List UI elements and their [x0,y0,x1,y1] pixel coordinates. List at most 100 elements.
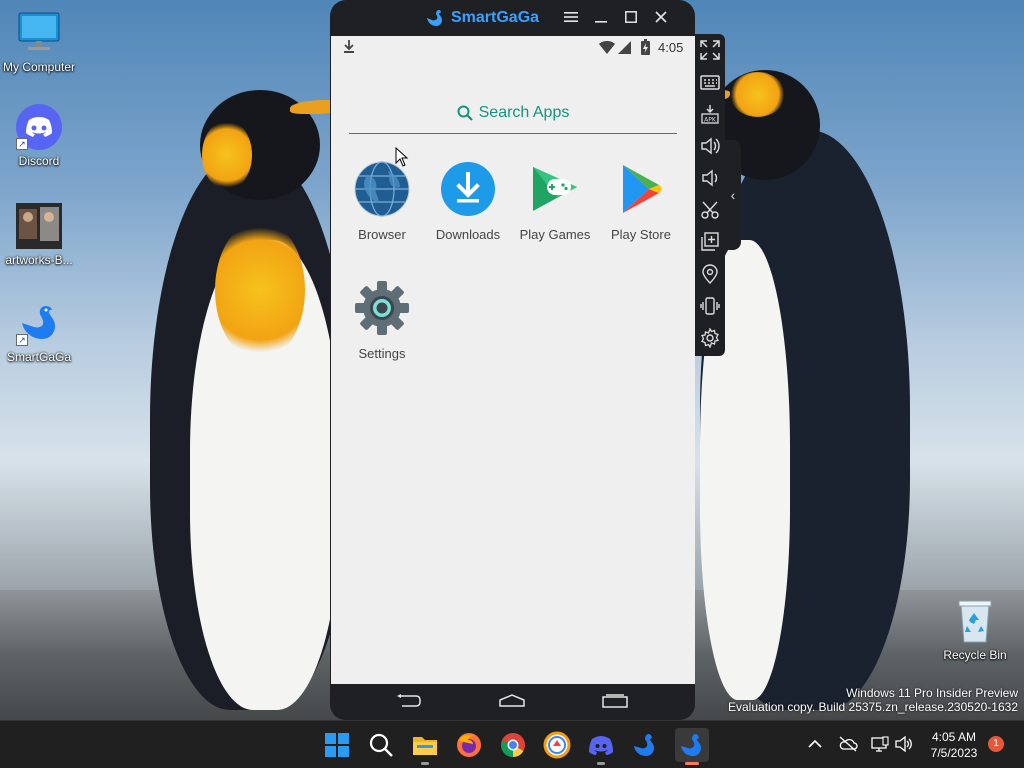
browser-globe-icon [354,161,410,217]
taskbar-start-button[interactable] [323,731,351,759]
download-notification-icon [344,40,354,53]
watermark-line-2: Evaluation copy. Build 25375.zn_release.… [728,700,1018,714]
svg-text:APK: APK [704,117,717,124]
maximize-icon [625,11,637,23]
gamepad-icon [527,161,583,217]
discord-icon [589,736,613,755]
location-icon[interactable] [700,264,720,284]
chevron-up-icon[interactable] [808,739,822,749]
taskbar-brave[interactable] [543,731,571,759]
search-apps-bar[interactable]: Search Apps [349,92,677,134]
close-icon [655,11,667,23]
android-screen[interactable]: 4:05 Search Apps Browser Downloads Play … [331,36,695,684]
discord-icon: ↗ [16,104,62,150]
swan-icon: ↗ [16,300,62,346]
emulator-side-toolbar: APK [695,34,725,356]
taskbar-smartgaga[interactable] [631,731,659,759]
app-label: Browser [358,227,406,242]
app-settings[interactable]: Settings [339,280,425,361]
image-thumbnail-icon [16,203,62,249]
gear-icon [354,280,410,336]
taskbar-file-explorer[interactable] [411,731,439,765]
shortcut-arrow-icon: ↗ [16,138,28,150]
volume-down-icon[interactable] [700,168,720,188]
home-button[interactable] [498,694,526,708]
mouse-cursor-icon [395,147,409,167]
taskbar-firefox[interactable] [455,731,483,759]
emulator-title: SmartGaGa [451,9,540,26]
back-button[interactable] [396,694,422,708]
search-icon [369,733,393,757]
shortcut-arrow-icon: ↗ [16,334,28,346]
running-indicator [421,762,429,765]
windows-watermark: Windows 11 Pro Insider Preview Evaluatio… [728,686,1018,714]
desktop-icon-label: Recycle Bin [943,648,1007,662]
menu-button[interactable] [562,9,580,27]
app-play-store[interactable]: Play Store [598,161,684,242]
desktop-icon-label: Discord [18,154,60,168]
desktop-icon-artworks[interactable]: artworks-B... [1,203,77,267]
app-label: Downloads [435,227,501,242]
clock-time: 4:05 AM [931,730,977,744]
android-status-bar: 4:05 [331,36,695,60]
scissors-icon[interactable] [700,200,720,220]
taskbar-smartgaga-active[interactable] [675,728,709,765]
search-apps-label: Search Apps [478,103,570,121]
app-browser[interactable]: Browser [339,161,425,242]
settings-gear-icon[interactable] [700,328,720,348]
network-icon[interactable] [871,736,889,752]
taskbar-search-button[interactable] [367,731,395,759]
desktop-icon-label: My Computer [2,60,76,74]
wifi-icon [599,41,615,54]
chrome-icon [501,733,525,757]
minimize-icon [595,21,607,23]
monitor-icon [16,10,62,56]
app-play-games[interactable]: Play Games [512,161,598,242]
recents-button[interactable] [602,694,628,708]
multi-instance-icon[interactable] [700,232,720,252]
emulator-titlebar[interactable]: SmartGaGa [330,0,695,36]
taskbar: 4:05 AM 7/5/2023 [0,720,1024,768]
emulator-window: SmartGaGa 4:05 Search Apps Browser Downl… [330,0,695,720]
search-icon [457,105,473,121]
desktop-icon-recycle-bin[interactable]: Recycle Bin [937,598,1013,662]
keyboard-icon[interactable] [700,72,720,92]
taskbar-chrome[interactable] [499,731,527,759]
app-label: Play Store [611,227,671,242]
signal-icon [618,41,631,54]
chevron-left-icon: ‹ [730,187,736,203]
folder-icon [413,737,437,755]
app-downloads[interactable]: Downloads [425,161,511,242]
swan-icon [681,734,701,756]
swan-icon [634,734,654,756]
desktop-icon-label: SmartGaGa [6,350,72,364]
fullscreen-icon[interactable] [700,40,720,60]
notification-badge[interactable]: 1 [988,736,1004,752]
cloud-offline-icon[interactable] [838,736,858,752]
play-triangle-icon [613,161,669,217]
volume-up-icon[interactable] [700,136,720,156]
shake-icon[interactable] [700,296,720,316]
taskbar-discord[interactable] [587,731,615,765]
desktop-icon-discord[interactable]: ↗ Discord [1,104,77,168]
running-indicator [597,762,605,765]
watermark-line-1: Windows 11 Pro Insider Preview [846,686,1018,700]
install-apk-icon[interactable]: APK [700,104,720,124]
collapse-toolbar-tab[interactable]: ‹ [725,140,741,250]
maximize-button[interactable] [622,9,640,27]
taskbar-clock[interactable]: 4:05 AM 7/5/2023 [916,729,992,761]
desktop-icon-my-computer[interactable]: My Computer [1,10,77,74]
battery-charging-icon [641,39,650,55]
download-arrow-icon [440,161,496,217]
desktop-icon-label: artworks-B... [5,253,73,267]
active-indicator [685,762,699,765]
swan-icon [427,10,442,26]
recycle-bin-icon [952,598,998,644]
status-time: 4:05 [658,40,684,55]
volume-icon[interactable] [895,736,913,752]
desktop-icon-smartgaga[interactable]: ↗ SmartGaGa [1,300,77,364]
clock-date: 7/5/2023 [930,746,978,760]
minimize-button[interactable] [592,9,610,27]
hamburger-icon [564,12,578,22]
close-button[interactable] [652,9,670,27]
